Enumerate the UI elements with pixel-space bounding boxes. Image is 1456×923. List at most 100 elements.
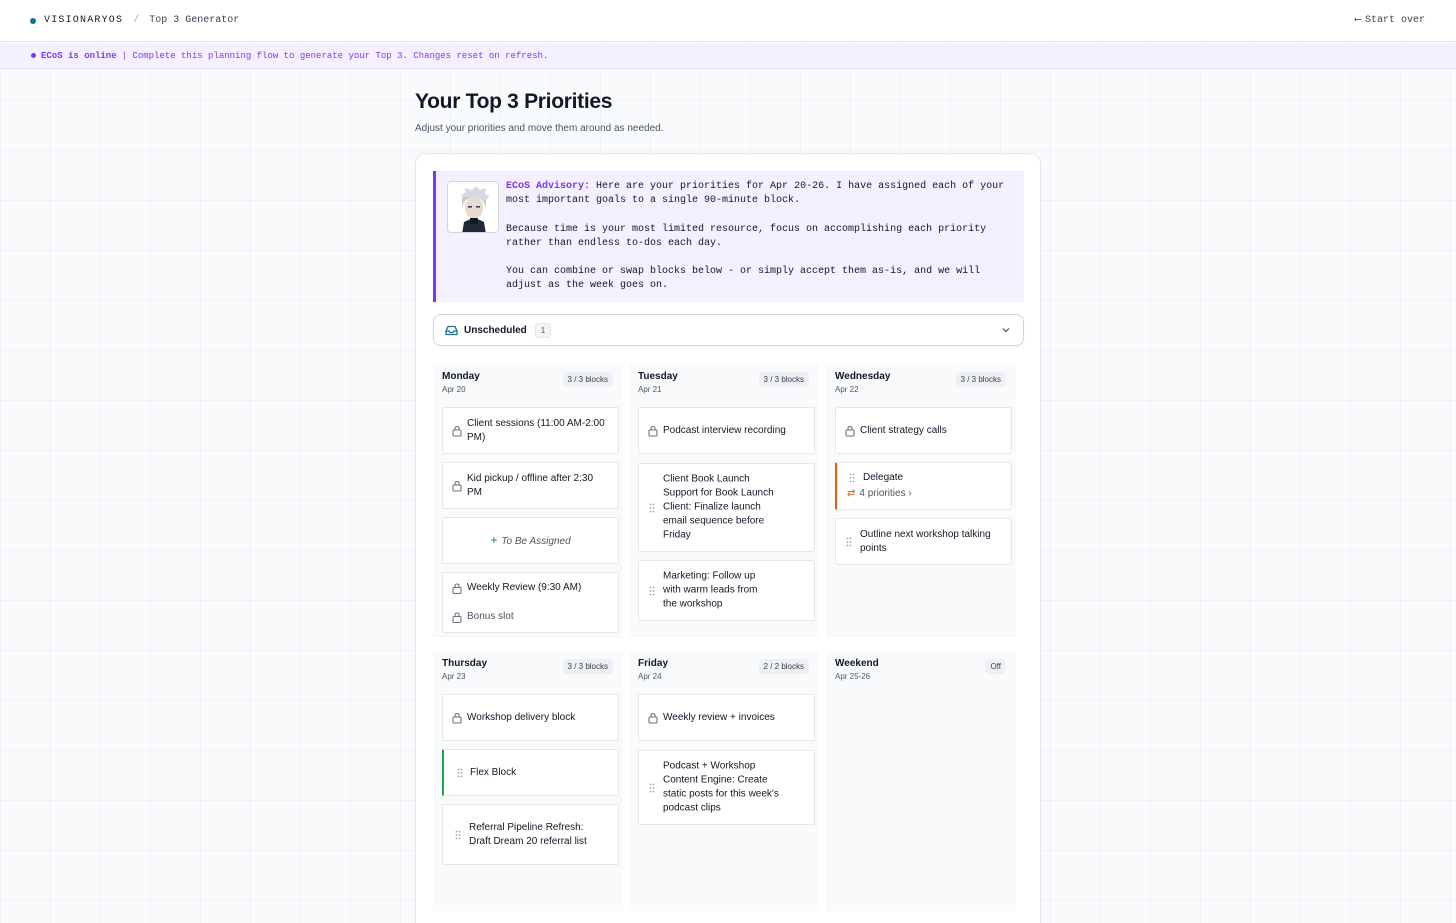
block-count-badge: 3 / 3 blocks: [955, 372, 1006, 387]
lock-icon: [648, 425, 658, 436]
drag-handle-icon[interactable]: [649, 503, 655, 513]
day-date: Apr 21: [638, 385, 662, 394]
drag-handle-icon[interactable]: [457, 768, 463, 778]
day-date: Apr 20: [442, 385, 466, 394]
day-name: Wednesday: [835, 371, 891, 382]
locked-block[interactable]: Workshop delivery block: [442, 694, 619, 741]
block-label: Flex Block: [470, 766, 517, 778]
locked-block[interactable]: Podcast interview recording: [638, 407, 815, 454]
drag-handle-icon[interactable]: [849, 473, 855, 483]
drag-handle-icon[interactable]: [649, 586, 655, 596]
day-name: Tuesday: [638, 371, 678, 382]
block-label: Client sessions (11:00 AM-2:00 PM): [467, 417, 605, 443]
status-message: | Complete this planning flow to generat…: [121, 50, 549, 61]
advisory-text: ECoS Advisory: Here are your priorities …: [506, 180, 1016, 308]
lock-icon: [452, 612, 462, 623]
day-name: Weekend: [835, 658, 879, 669]
breadcrumb-current: Top 3 Generator: [149, 15, 240, 26]
lock-icon: [452, 480, 462, 491]
online-dot-icon: [31, 53, 36, 58]
inbox-icon: [445, 325, 458, 335]
day-date: Apr 25-26: [835, 672, 871, 681]
delegate-count: 4 priorities ›: [859, 488, 912, 499]
block-label: Podcast interview recording: [663, 424, 786, 436]
priorities-card: ECoS Advisory: Here are your priorities …: [415, 153, 1041, 923]
unscheduled-count-badge: 1: [534, 322, 552, 338]
to-be-assigned-slot[interactable]: + To Be Assigned: [442, 517, 619, 564]
block-label: Kid pickup / offline after 2:30 PM: [467, 472, 594, 498]
day-date: Apr 24: [638, 672, 662, 681]
block-count-badge: 3 / 3 blocks: [562, 372, 613, 387]
advisory-line-3: You can combine or swap blocks below - o…: [506, 266, 981, 292]
day-name: Friday: [638, 658, 669, 669]
block-label: Weekly review + invoices: [663, 711, 775, 723]
off-badge: Off: [985, 659, 1006, 674]
delegate-block[interactable]: Delegate ⇄ 4 priorities ›: [835, 462, 1012, 510]
page-subtitle: Adjust your priorities and move them aro…: [415, 123, 664, 134]
day-name: Monday: [442, 371, 480, 382]
block-label: Delegate: [863, 472, 904, 483]
lock-icon: [452, 583, 462, 594]
chevron-down-icon: [1002, 328, 1010, 333]
page-title: Your Top 3 Priorities: [415, 90, 613, 113]
start-over-label: Start over: [1364, 14, 1425, 26]
locked-block[interactable]: Weekly review + invoices: [638, 694, 815, 741]
block-label: Marketing: Follow up with warm leads fro…: [663, 570, 758, 610]
drag-handle-icon[interactable]: [846, 537, 852, 547]
top-bar: VISIONARYOS / Top 3 Generator ⟵ Start ov…: [0, 0, 1456, 42]
locked-block[interactable]: Weekly Review (9:30 AM) Bonus slot: [442, 572, 619, 633]
locked-block[interactable]: Client sessions (11:00 AM-2:00 PM): [442, 407, 619, 454]
brand-name[interactable]: VISIONARYOS: [44, 15, 123, 26]
priority-block[interactable]: Client Book Launch Support for Book Laun…: [638, 463, 815, 552]
block-label: Referral Pipeline Refresh: Draft Dream 2…: [469, 821, 587, 847]
brand-dot-icon: [30, 17, 36, 24]
day-column-weekend: Weekend Apr 25-26 Off: [826, 651, 1016, 911]
priority-block[interactable]: Referral Pipeline Refresh: Draft Dream 2…: [442, 804, 619, 865]
lock-icon: [648, 712, 658, 723]
advisory-panel: ECoS Advisory: Here are your priorities …: [433, 171, 1024, 302]
block-label: Podcast + Workshop Content Engine: Creat…: [663, 760, 779, 814]
unscheduled-toggle[interactable]: Unscheduled 1: [433, 314, 1024, 346]
avatar: [447, 181, 499, 233]
day-name: Thursday: [442, 658, 488, 669]
priority-block[interactable]: Marketing: Follow up with warm leads fro…: [638, 560, 815, 621]
block-count-badge: 3 / 3 blocks: [758, 372, 809, 387]
day-column-wednesday: Wednesday Apr 22 3 / 3 blocks Client str…: [826, 364, 1016, 638]
lock-icon: [452, 425, 462, 436]
day-column-monday: Monday Apr 20 3 / 3 blocks Client sessio…: [433, 364, 623, 638]
locked-block[interactable]: Kid pickup / offline after 2:30 PM: [442, 462, 619, 509]
day-date: Apr 22: [835, 385, 859, 394]
start-over-button[interactable]: ⟵ Start over: [1354, 14, 1425, 27]
drag-handle-icon[interactable]: [649, 783, 655, 793]
assign-slot-content: + To Be Assigned: [443, 532, 618, 548]
day-column-thursday: Thursday Apr 23 3 / 3 blocks Workshop de…: [433, 651, 623, 911]
day-date: Apr 23: [442, 672, 466, 681]
advisory-label: ECoS Advisory:: [506, 181, 591, 192]
priority-block[interactable]: Podcast + Workshop Content Engine: Creat…: [638, 750, 815, 825]
status-online-label: ECoS is online: [41, 50, 117, 61]
block-count-badge: 3 / 3 blocks: [562, 659, 613, 674]
breadcrumb-separator: /: [133, 15, 140, 26]
day-column-friday: Friday Apr 24 2 / 2 blocks Weekly review…: [629, 651, 819, 911]
flex-block[interactable]: Flex Block: [442, 749, 619, 796]
block-count-badge: 2 / 2 blocks: [758, 659, 809, 674]
block-label: Client strategy calls: [860, 424, 947, 436]
plus-icon: +: [490, 532, 498, 547]
locked-block[interactable]: Client strategy calls: [835, 407, 1012, 454]
block-label: Outline next workshop talking points: [860, 528, 991, 554]
lock-icon: [845, 425, 855, 436]
delegate-priorities-link[interactable]: ⇄ 4 priorities ›: [847, 487, 912, 501]
block-label: Weekly Review (9:30 AM): [467, 582, 582, 593]
assign-label: To Be Assigned: [501, 535, 571, 547]
swap-icon: ⇄: [847, 488, 856, 499]
day-column-tuesday: Tuesday Apr 21 3 / 3 blocks Podcast inte…: [629, 364, 819, 638]
arrow-left-icon: ⟵: [1354, 15, 1361, 26]
advisory-line-2: Because time is your most limited resour…: [506, 223, 987, 249]
lock-icon: [452, 712, 462, 723]
unscheduled-label: Unscheduled: [464, 324, 527, 336]
block-label: Workshop delivery block: [467, 711, 576, 723]
priority-block[interactable]: Outline next workshop talking points: [835, 518, 1012, 565]
status-banner: ECoS is online | Complete this planning …: [0, 43, 1456, 69]
block-label: Client Book Launch Support for Book Laun…: [663, 472, 774, 541]
drag-handle-icon[interactable]: [455, 830, 461, 840]
